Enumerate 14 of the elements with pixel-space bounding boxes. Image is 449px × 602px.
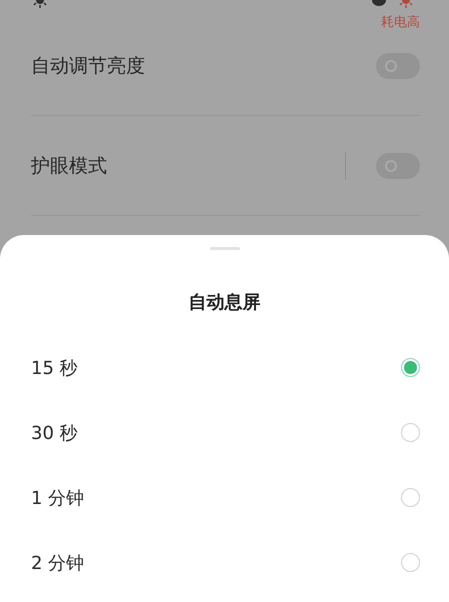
sun-icon xyxy=(398,0,414,8)
sheet-title: 自动息屏 xyxy=(188,291,262,315)
power-hint: 耗电高 xyxy=(381,15,420,31)
option-label: 1 分钟 xyxy=(31,486,84,510)
radio-button[interactable] xyxy=(401,488,420,507)
radio-button[interactable] xyxy=(401,358,420,377)
option-label: 30 秒 xyxy=(31,422,78,444)
setting-label: 护眼模式 xyxy=(31,154,107,178)
option-label: 2 分钟 xyxy=(31,552,84,574)
radio-button[interactable] xyxy=(401,553,420,572)
option-label: 15 秒 xyxy=(31,356,78,380)
sun-icon xyxy=(32,0,48,8)
radio-button[interactable] xyxy=(401,423,420,442)
setting-label: 自动调节亮度 xyxy=(31,54,145,79)
